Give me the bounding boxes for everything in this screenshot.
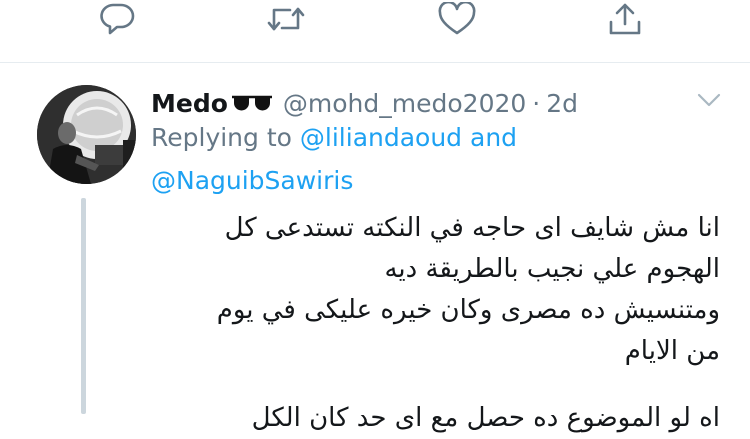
- tweet-divider: [0, 62, 750, 63]
- author-handle[interactable]: @mohd_medo2020: [283, 89, 526, 118]
- like-icon: [438, 0, 476, 35]
- replying-to: Replying to @liliandaoud and: [151, 123, 517, 152]
- tweet-text-line: من الايام: [624, 336, 720, 366]
- avatar[interactable]: [37, 85, 136, 184]
- sunglasses-icon: [231, 94, 273, 112]
- tweet-header: Medo @mohd_medo2020 · 2d: [151, 86, 578, 120]
- reply-mention-link[interactable]: @liliandaoud: [300, 123, 462, 152]
- tweet-text: انا مش شايف اى حاجه في النكته تستدعى كل …: [175, 208, 720, 372]
- tweet-text-line: انا مش شايف اى حاجه في النكته تستدعى كل: [224, 213, 720, 243]
- author-name[interactable]: Medo: [151, 89, 228, 118]
- share-button[interactable]: [605, 2, 645, 36]
- reply-icon: [100, 3, 135, 35]
- tweet-action-bar: [0, 0, 750, 62]
- thread-line: [81, 198, 86, 414]
- tweet-text-line-partial: اه لو الموضوع ده حصل مع اى حد كان الكل: [251, 403, 720, 433]
- share-icon: [609, 3, 641, 35]
- like-button[interactable]: [437, 0, 477, 36]
- reply-mention-link[interactable]: @NaguibSawiris: [151, 166, 353, 195]
- tweet-menu-button[interactable]: [694, 90, 724, 110]
- chevron-down-icon: [697, 93, 721, 107]
- replying-to-label: Replying to: [151, 123, 292, 152]
- tweet-text-line: الهجوم علي نجيب بالطريقة ديه: [384, 254, 720, 284]
- tweet-text-line: ومتنسيش ده مصرى وكان خيره عليكى في يوم: [216, 295, 720, 325]
- reply-button[interactable]: [97, 2, 137, 36]
- retweet-button[interactable]: [266, 2, 306, 36]
- separator-dot: ·: [532, 88, 541, 118]
- replying-to-second: @NaguibSawiris: [151, 166, 353, 195]
- reply-joiner: and: [470, 123, 518, 152]
- retweet-icon: [267, 7, 305, 31]
- tweet-timestamp[interactable]: 2d: [546, 89, 578, 118]
